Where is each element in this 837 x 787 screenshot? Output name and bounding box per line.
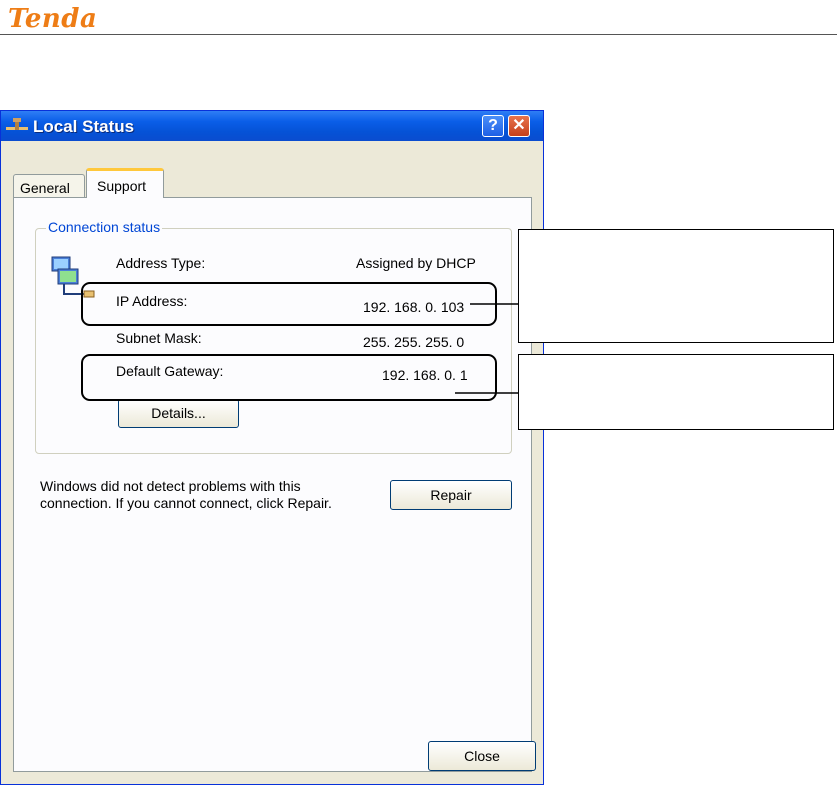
ip-address-callout (518, 229, 834, 343)
default-gateway-callout (518, 354, 834, 430)
